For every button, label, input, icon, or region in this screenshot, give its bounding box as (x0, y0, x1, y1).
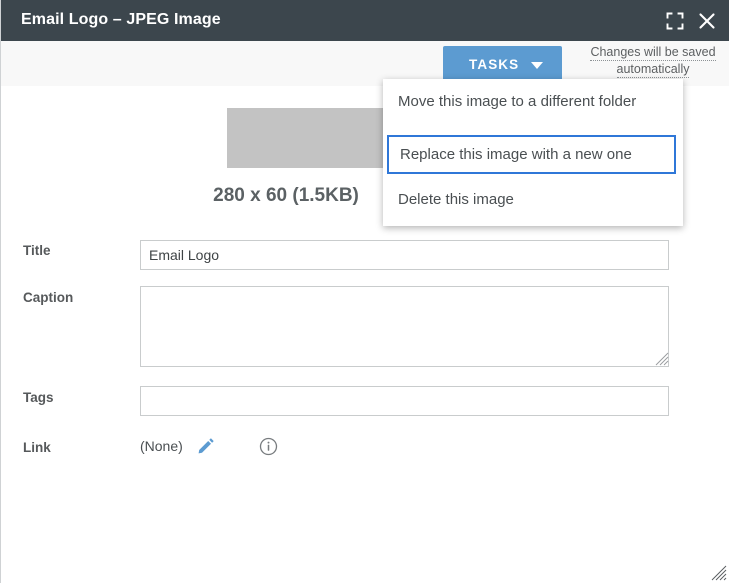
menu-item-label: Move this image to a different folder (398, 93, 637, 110)
image-details-modal: Email Logo – JPEG Image TASKS Changes wi… (0, 0, 729, 583)
link-value: (None) (140, 438, 183, 454)
menu-item-label: Delete this image (398, 191, 514, 208)
caption-textarea[interactable] (140, 286, 669, 367)
tasks-button-label: TASKS (469, 57, 520, 72)
menu-item-move-image[interactable]: Move this image to a different folder (383, 79, 683, 127)
tags-input[interactable] (140, 386, 669, 416)
menu-item-delete-image[interactable]: Delete this image (383, 177, 683, 225)
tags-field-label: Tags (23, 390, 54, 405)
autosave-note: Changes will be saved automatically (579, 44, 727, 78)
info-circle-icon[interactable] (259, 437, 278, 456)
modal-resize-grip[interactable] (711, 565, 727, 581)
title-field-label: Title (23, 243, 51, 258)
caption-field-label: Caption (23, 290, 74, 305)
tasks-dropdown-menu: Move this image to a different folder Re… (383, 79, 683, 226)
autosave-note-text: Changes will be saved automatically (590, 45, 716, 78)
tasks-button[interactable]: TASKS (443, 46, 562, 83)
link-field-label: Link (23, 440, 51, 455)
menu-item-label: Replace this image with a new one (400, 146, 632, 163)
chevron-down-icon (531, 62, 543, 69)
title-input[interactable] (140, 240, 669, 270)
page-title: Email Logo – JPEG Image (21, 11, 221, 28)
menu-item-replace-image[interactable]: Replace this image with a new one (387, 135, 676, 174)
fullscreen-icon[interactable] (663, 9, 687, 33)
modal-titlebar: Email Logo – JPEG Image (1, 0, 729, 41)
pencil-icon[interactable] (196, 436, 216, 456)
close-icon[interactable] (695, 9, 719, 33)
